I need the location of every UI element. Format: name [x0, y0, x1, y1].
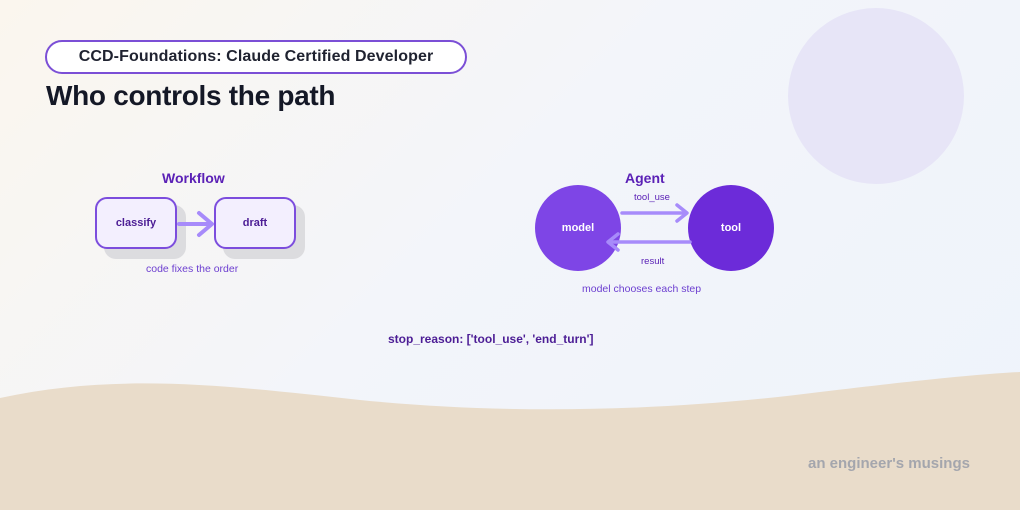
brand-signature: an engineer's musings — [808, 455, 970, 472]
workflow-arrow — [177, 211, 214, 237]
tool-use-arrow — [620, 203, 689, 223]
result-label: result — [641, 256, 665, 267]
result-arrow — [606, 232, 692, 252]
stop-reason-text: stop_reason: ['tool_use', 'end_turn'] — [388, 332, 594, 346]
tool-use-label: tool_use — [634, 192, 670, 203]
agent-caption: model chooses each step — [582, 283, 702, 295]
connector-arrows — [177, 203, 692, 252]
